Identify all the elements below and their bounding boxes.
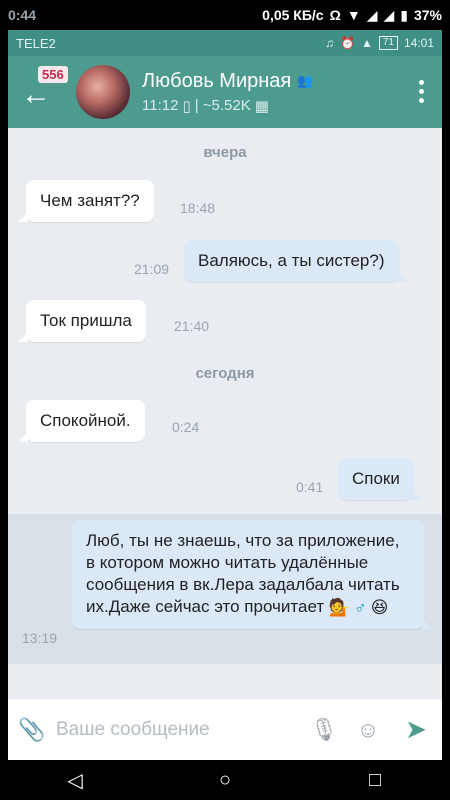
inner-status-bar: TELE2 ♫ ⏰ ▲ 71 14:01 [8,30,442,56]
back-nav-icon[interactable]: ◁ [55,768,95,793]
message-time: 21:09 [134,261,170,277]
message-text: Спокойной. [40,411,131,430]
message-time: 21:40 [174,318,210,334]
signal-icon-2: ◢ [383,6,395,23]
message-time: 13:19 [22,630,58,646]
message-time: 0:24 [172,419,200,435]
message-incoming[interactable]: Чем занят?? [18,180,154,222]
inner-status-right: ♫ ⏰ ▲ 71 14:01 [325,36,434,50]
message-outgoing[interactable]: Люб, ты не знаешь, что за приложение, в … [72,520,432,629]
carrier-name: TELE2 [16,35,56,51]
alarm-icon: ⏰ [340,36,355,50]
date-separator: сегодня [195,365,255,382]
chart-icon: ▦ [254,97,269,115]
battery-icon: ▮ [400,6,408,23]
inner-battery: 71 [378,36,398,50]
message-text: Споки [352,469,400,488]
message-time: 0:41 [296,479,324,495]
headset-icon: ♫ [325,36,334,50]
message-outgoing[interactable]: Споки [338,458,422,500]
signal-icon-inner: ▲ [360,36,373,50]
dot-icon [418,80,424,85]
avatar[interactable] [76,65,130,119]
dot-icon [418,89,424,94]
message-text: Валяюсь, а ты систер?) [198,251,385,270]
emoji-row: 💁 ♂ 😆 [329,597,389,619]
back-button[interactable]: ← 556 [8,56,68,128]
paperclip-icon[interactable]: 📎 [8,717,56,743]
battery-percent: 37% [413,7,442,23]
system-status-bar: 0:44 0,05 КБ/с Ω ▼ ◢ ◢ ▮ 37% [0,0,450,30]
contact-name-row: Любовь Мирная 👥 [142,70,313,93]
male-sign-emoji: ♂ [354,597,367,617]
last-seen: 11:12 [142,97,179,114]
send-icon[interactable]: ➤ [390,714,442,745]
emoji-icon[interactable]: ☺ [346,717,390,743]
mobile-icon: ▯ [182,97,191,115]
wifi-icon: ▼ [346,7,361,23]
message-incoming[interactable]: Ток пришла [18,300,146,342]
home-nav-icon[interactable]: ○ [205,769,245,792]
dot-icon [418,98,424,103]
message-incoming[interactable]: Спокойной. [18,400,145,442]
message-composer: 📎 🎙 ☺ ➤ [8,698,442,760]
woman-tipping-hand-emoji: 💁 [328,597,351,617]
inner-time: 14:01 [403,36,434,50]
member-count: | ~5.52K [194,97,251,114]
message-outgoing[interactable]: Валяюсь, а ты систер?) [184,240,406,282]
message-input[interactable] [56,718,302,741]
status-right: 0,05 КБ/с Ω ▼ ◢ ◢ ▮ 37% [262,7,442,24]
chat-title[interactable]: Любовь Мирная 👥 11:12 ▯ | ~5.52K ▦ [142,70,313,115]
message-time: 18:48 [180,200,216,216]
navigation-bar: ◁ ○ □ [0,760,450,800]
microphone-icon[interactable]: 🎙 [302,717,346,743]
more-menu-button[interactable] [416,80,426,103]
headphones-icon: Ω [329,7,341,23]
status-time: 0:44 [8,7,37,23]
unread-badge: 556 [38,66,68,83]
recents-nav-icon[interactable]: □ [355,769,395,792]
signal-icon: ◢ [366,6,378,23]
laughing-emoji: 😆 [370,597,389,617]
chat-header: ← 556 Любовь Мирная 👥 11:12 ▯ | ~5.52K ▦ [8,56,442,128]
contact-status: 11:12 ▯ | ~5.52K ▦ [142,97,313,115]
date-separator: вчера [203,144,247,161]
app-screen: TELE2 ♫ ⏰ ▲ 71 14:01 ← 556 Любовь Мирная… [8,30,442,760]
back-arrow-icon: ← [21,78,51,111]
friends-icon: 👥 [297,73,314,88]
message-text: Чем занят?? [40,191,140,210]
contact-name: Любовь Мирная [142,69,292,92]
network-speed: 0,05 КБ/с [262,7,324,23]
message-text: Ток пришла [40,311,132,330]
